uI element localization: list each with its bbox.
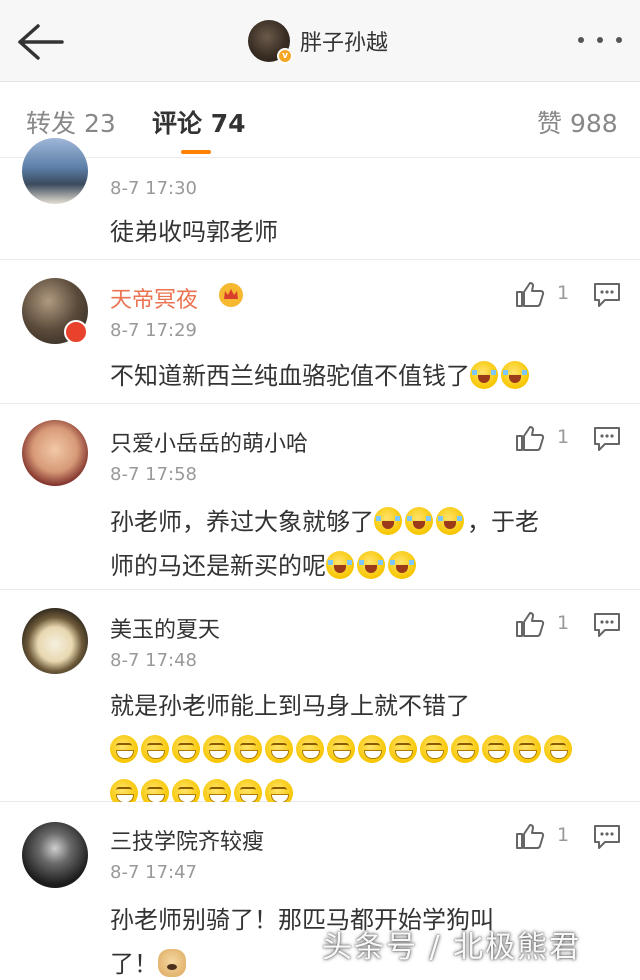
grin-emoji-icon xyxy=(234,735,262,763)
grin-emoji-icon xyxy=(265,735,293,763)
comment-author[interactable]: 三技学院齐较瘦 xyxy=(110,824,264,856)
grin-emoji-icon xyxy=(172,735,200,763)
comment-text-content: 就是孙老师能上到马身上就不错了 xyxy=(110,692,470,720)
grin-emoji-icon xyxy=(482,735,510,763)
reply-icon[interactable] xyxy=(593,282,621,308)
comment-text-content: ，于老 xyxy=(467,508,539,536)
grin-emoji-icon xyxy=(327,735,355,763)
grin-emoji-icon xyxy=(420,735,448,763)
grin-emoji-icon xyxy=(203,735,231,763)
thumbs-up-icon[interactable] xyxy=(515,610,545,638)
like-count: 1 xyxy=(557,426,570,448)
comment-text: 就是孙老师能上到马身上就不错了 xyxy=(110,684,620,816)
comment-text-content: 不知道新西兰纯血骆驼值不值钱了 xyxy=(110,362,470,390)
crying-laugh-emoji-icon xyxy=(501,361,529,389)
avatar[interactable] xyxy=(22,608,88,674)
crying-laugh-emoji-icon xyxy=(326,551,354,579)
avatar[interactable] xyxy=(22,822,88,888)
comment-text-content: 了！ xyxy=(110,950,158,978)
comment-item[interactable]: 美玉的夏天 8-7 17:48 就是孙老师能上到马身上就不错了 1 xyxy=(0,590,640,807)
arrow-left-icon[interactable] xyxy=(14,22,66,62)
tab-count: 74 xyxy=(210,109,246,138)
tab-reposts[interactable]: 转发 23 xyxy=(26,104,116,140)
top-bar: v 胖子孙越 xyxy=(0,0,640,82)
comment-time: 8-7 17:29 xyxy=(110,320,197,341)
avatar[interactable] xyxy=(22,420,88,486)
tab-likes[interactable]: 赞 988 xyxy=(537,104,618,140)
comment-time: 8-7 17:58 xyxy=(110,464,197,485)
comment-text: 不知道新西兰纯血骆驼值不值钱了 xyxy=(110,354,610,398)
comment-author[interactable]: 天帝冥夜 xyxy=(110,282,198,314)
comment-item[interactable]: 8-7 17:30 徒弟收吗郭老师 xyxy=(0,138,640,260)
grin-emoji-icon xyxy=(358,735,386,763)
grin-emoji-icon xyxy=(513,735,541,763)
active-tab-indicator xyxy=(181,150,211,154)
thumbs-up-icon[interactable] xyxy=(515,280,545,308)
tab-comments[interactable]: 评论 74 xyxy=(152,104,246,140)
tab-label: 赞 xyxy=(537,109,563,138)
tab-count: 988 xyxy=(569,109,618,138)
comment-time: 8-7 17:48 xyxy=(110,650,197,671)
crying-laugh-emoji-icon xyxy=(357,551,385,579)
grin-emoji-icon xyxy=(451,735,479,763)
avatar[interactable]: v xyxy=(248,20,293,64)
like-count: 1 xyxy=(557,612,570,634)
avatar[interactable] xyxy=(22,138,88,204)
crying-laugh-emoji-icon xyxy=(470,361,498,389)
crying-laugh-emoji-icon xyxy=(388,551,416,579)
badge-icon xyxy=(64,320,88,344)
like-count: 1 xyxy=(557,282,570,304)
tab-label: 评论 xyxy=(152,109,203,138)
comment-item[interactable]: 只爱小岳岳的萌小哈 8-7 17:58 孙老师，养过大象就够了 ，于老 师的马还是… xyxy=(0,404,640,590)
crying-laugh-emoji-icon xyxy=(405,507,433,535)
reply-icon[interactable] xyxy=(593,612,621,638)
reply-icon[interactable] xyxy=(593,824,621,850)
comment-text-content: 师的马还是新买的呢 xyxy=(110,552,326,580)
crying-laugh-emoji-icon xyxy=(436,507,464,535)
reply-icon[interactable] xyxy=(593,426,621,452)
tab-label: 转发 xyxy=(26,109,77,138)
comment-text: 徒弟收吗郭老师 xyxy=(110,218,278,246)
grin-emoji-icon xyxy=(389,735,417,763)
profile-title[interactable]: v 胖子孙越 xyxy=(248,18,388,64)
comment-text-content: 孙老师，养过大象就够了 xyxy=(110,508,374,536)
doge-emoji-icon xyxy=(158,949,186,977)
grin-emoji-icon xyxy=(141,735,169,763)
grin-emoji-icon xyxy=(296,735,324,763)
like-count: 1 xyxy=(557,824,570,846)
watermark: 头条号 / 北极熊君 xyxy=(322,930,582,965)
grin-emoji-icon xyxy=(544,735,572,763)
ellipsis-icon[interactable] xyxy=(578,30,622,50)
crown-icon xyxy=(219,283,243,307)
grin-emoji-icon xyxy=(110,735,138,763)
thumbs-up-icon[interactable] xyxy=(515,424,545,452)
tab-count: 23 xyxy=(83,109,116,138)
verified-badge-icon: v xyxy=(277,48,293,64)
comment-time: 8-7 17:47 xyxy=(110,862,197,883)
comment-item[interactable]: 天帝冥夜 8-7 17:29 不知道新西兰纯血骆驼值不值钱了 1 xyxy=(0,260,640,404)
comment-time: 8-7 17:30 xyxy=(110,178,197,199)
tab-bar: 转发 23 评论 74 赞 988 xyxy=(0,82,640,158)
crying-laugh-emoji-icon xyxy=(374,507,402,535)
comment-author[interactable]: 只爱小岳岳的萌小哈 xyxy=(110,426,308,458)
page-title: 胖子孙越 xyxy=(300,31,389,56)
thumbs-up-icon[interactable] xyxy=(515,822,545,850)
comment-author[interactable]: 美玉的夏天 xyxy=(110,612,220,644)
comment-text: 孙老师，养过大象就够了 ，于老 师的马还是新买的呢 xyxy=(110,500,610,588)
